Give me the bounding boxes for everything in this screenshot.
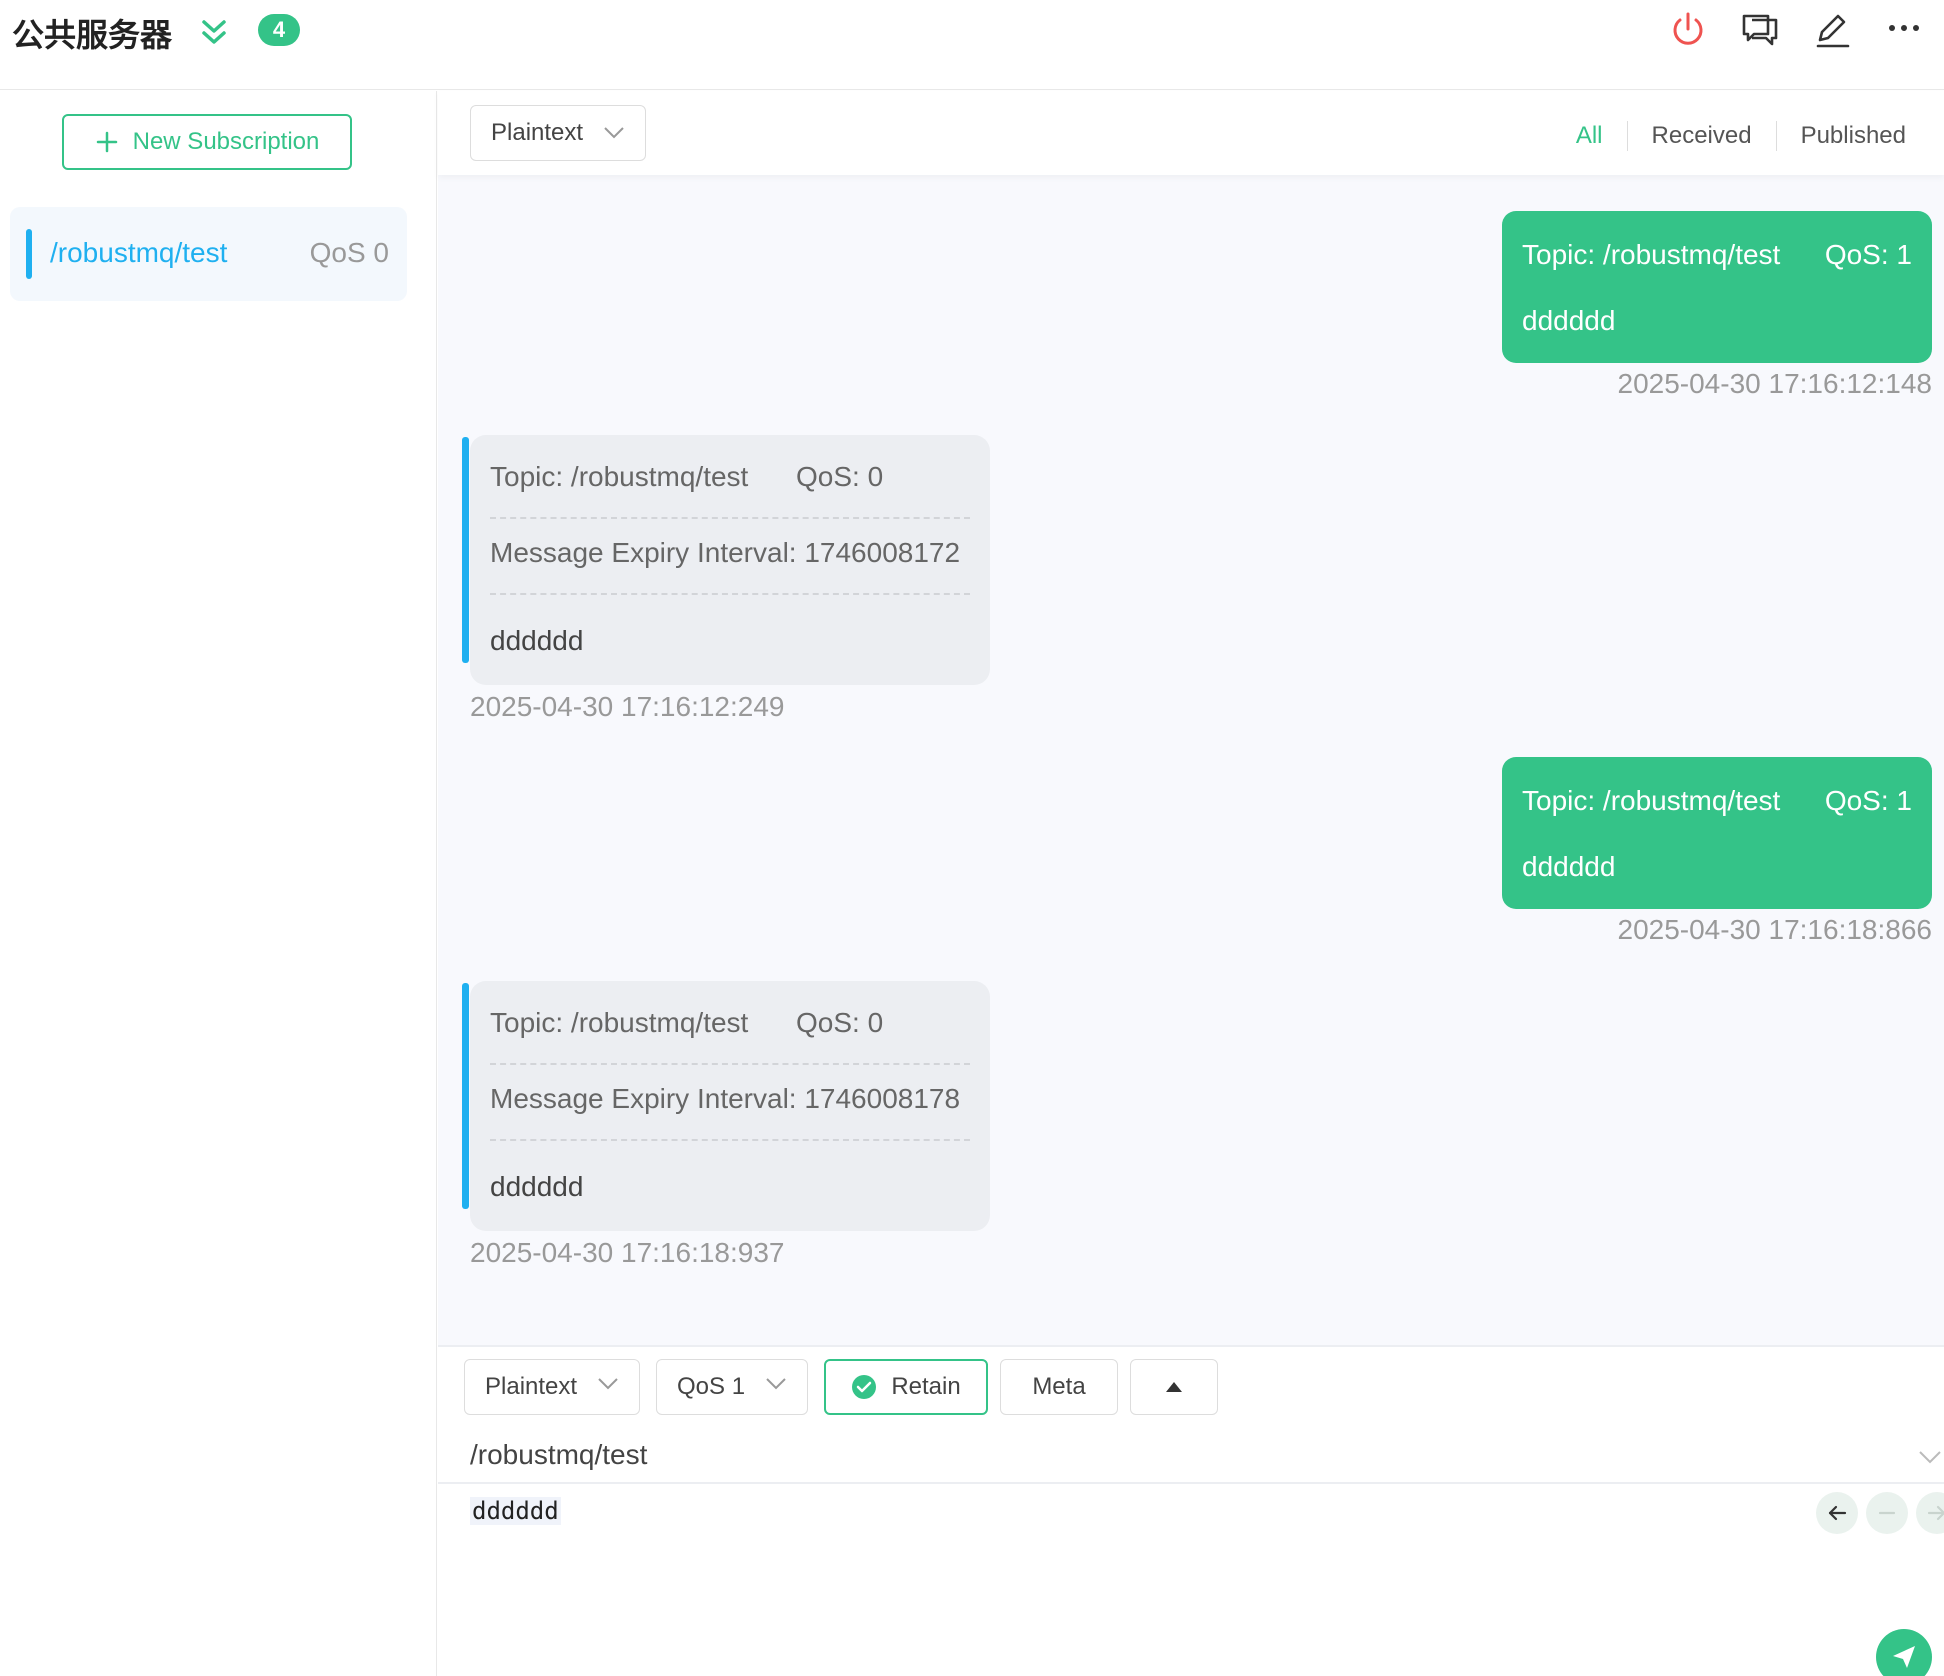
chevron-down-icon [598, 1378, 618, 1390]
message-time: 2025-04-30 17:16:12:148 [1617, 368, 1933, 399]
divider [490, 1139, 970, 1141]
meta-label: Meta [1032, 1373, 1086, 1400]
history-clear-button[interactable] [1866, 1492, 1908, 1534]
chat-bubbles-icon[interactable] [1738, 8, 1782, 52]
chevron-down-icon [604, 127, 624, 139]
message-payload: dddddd [490, 625, 584, 656]
subscription-item[interactable]: /robustmq/test QoS 0 [10, 207, 407, 301]
subscription-qos: QoS 0 [309, 237, 389, 268]
publish-format-value: Plaintext [485, 1373, 578, 1400]
divider [490, 1063, 970, 1065]
message-topic: Topic: /robustmq/test [490, 461, 749, 492]
message-qos: QoS: 0 [796, 461, 884, 492]
power-icon[interactable] [1666, 8, 1710, 52]
received-message: Topic: /robustmq/test QoS: 0 Message Exp… [462, 981, 990, 1231]
message-expiry: Message Expiry Interval: 1746008178 [490, 1083, 961, 1114]
tab-published[interactable]: Published [1775, 121, 1930, 151]
connection-header: 公共服务器 4 [0, 0, 1944, 90]
tab-received[interactable]: Received [1626, 121, 1776, 151]
send-button[interactable] [1876, 1629, 1932, 1676]
connection-title: 公共服务器 [12, 16, 173, 54]
collapse-double-chevron-icon[interactable] [196, 14, 232, 50]
expand-composer-button[interactable] [1130, 1359, 1218, 1415]
publish-topic-input[interactable]: /robustmq/test [470, 1439, 647, 1471]
publish-composer: Plaintext QoS 1 Retain Meta /robustmq/te… [438, 1345, 1944, 1676]
plus-icon [96, 131, 117, 153]
publish-qos-value: QoS 1 [677, 1373, 746, 1400]
payload-format-select[interactable]: Plaintext [470, 105, 646, 161]
message-payload: dddddd [1522, 851, 1616, 882]
published-message: Topic: /robustmq/test QoS: 1 dddddd [1502, 211, 1932, 363]
chevron-down-icon [766, 1378, 786, 1390]
received-message: Topic: /robustmq/test QoS: 0 Message Exp… [462, 435, 990, 685]
publish-format-select[interactable]: Plaintext [464, 1359, 640, 1415]
caret-up-icon [1166, 1382, 1182, 1392]
new-subscription-button[interactable]: New Subscription [62, 114, 352, 170]
arrow-right-icon [1927, 1505, 1944, 1521]
history-prev-button[interactable] [1816, 1492, 1858, 1534]
message-payload: dddddd [1522, 305, 1616, 336]
message-time: 2025-04-30 17:16:12:249 [470, 691, 785, 722]
published-message: Topic: /robustmq/test QoS: 1 dddddd [1502, 757, 1932, 909]
tab-all[interactable]: All [1576, 121, 1627, 151]
message-time: 2025-04-30 17:16:18:866 [1617, 914, 1933, 945]
edit-pencil-icon[interactable] [1810, 8, 1854, 52]
new-subscription-label: New Subscription [132, 128, 320, 155]
payload-format-value: Plaintext [491, 119, 584, 146]
message-list[interactable]: Topic: /robustmq/test QoS: 1 dddddd 2025… [438, 175, 1944, 1345]
unread-count-badge: 4 [258, 14, 300, 46]
subscription-color-bar [26, 229, 32, 279]
arrow-left-icon [1828, 1505, 1847, 1521]
messages-toolbar: Plaintext All Received Published [438, 91, 1944, 175]
message-qos: QoS: 0 [796, 1007, 884, 1038]
message-qos: QoS: 1 [1824, 239, 1912, 270]
message-topic: Topic: /robustmq/test [490, 1007, 749, 1038]
message-topic: Topic: /robustmq/test [1522, 239, 1781, 270]
subscriptions-sidebar: New Subscription /robustmq/test QoS 0 [0, 91, 437, 1676]
check-circle-icon [852, 1375, 877, 1399]
message-time: 2025-04-30 17:16:18:937 [470, 1237, 785, 1268]
history-next-button[interactable] [1916, 1492, 1944, 1534]
meta-button[interactable]: Meta [1000, 1359, 1118, 1415]
retain-label: Retain [891, 1373, 961, 1400]
message-payload: dddddd [490, 1171, 584, 1202]
message-qos: QoS: 1 [1824, 785, 1912, 816]
message-topic: Topic: /robustmq/test [1522, 785, 1781, 816]
subscription-color-bar [462, 983, 469, 1209]
subscription-topic: /robustmq/test [50, 237, 228, 268]
divider [490, 593, 970, 595]
send-paper-plane-icon [1893, 1646, 1915, 1668]
divider [490, 517, 970, 519]
divider [438, 1482, 1944, 1484]
retain-toggle[interactable]: Retain [824, 1359, 988, 1415]
more-dots-icon[interactable] [1882, 8, 1926, 52]
publish-payload-editor[interactable]: dddddd [470, 1497, 561, 1525]
publish-qos-select[interactable]: QoS 1 [656, 1359, 808, 1415]
message-expiry: Message Expiry Interval: 1746008172 [490, 537, 961, 568]
subscription-color-bar [462, 437, 469, 663]
topic-history-chevron-down-icon[interactable] [1916, 1443, 1944, 1471]
message-filter-tabs: All Received Published [1576, 121, 1930, 151]
minus-icon [1878, 1511, 1896, 1515]
